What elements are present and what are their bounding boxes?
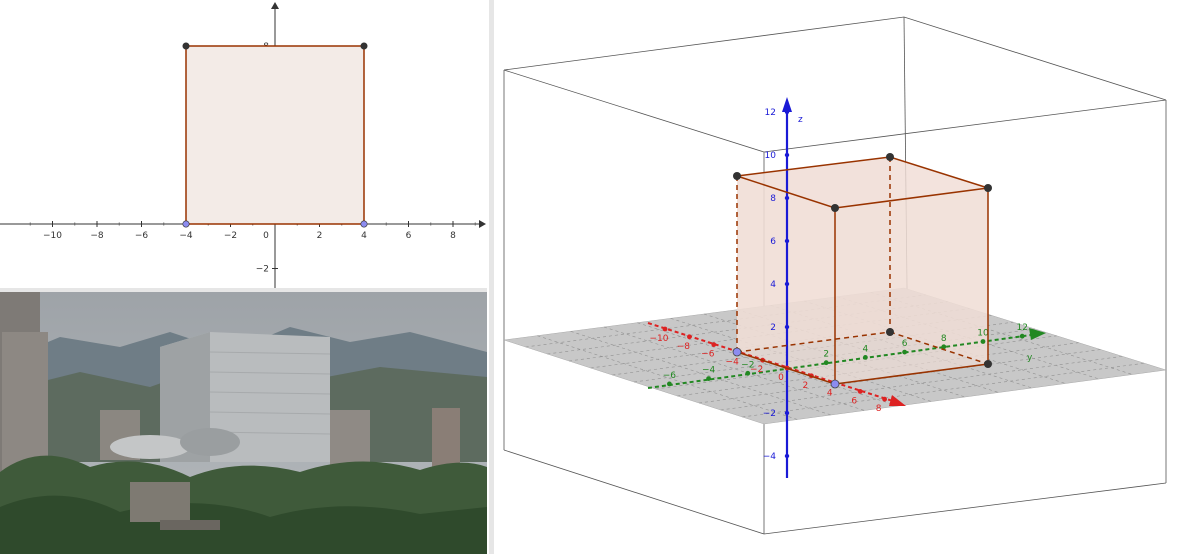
y-tick-label: 8	[941, 334, 947, 344]
square-polygon[interactable]	[185, 45, 365, 225]
x-tick-label: 6	[851, 396, 857, 406]
y-tick-label: −6	[663, 371, 677, 381]
x-tick-label: 4	[827, 389, 833, 399]
graphics-2d-canvas[interactable]: −10−8−6−4−202468−22468	[0, 0, 487, 289]
y-tick	[745, 370, 751, 376]
z-tick	[784, 324, 790, 330]
vertex-point[interactable]	[360, 42, 368, 50]
x-tick-label: 6	[406, 231, 412, 241]
cube-vertex	[733, 172, 741, 180]
x-tick	[711, 342, 717, 347]
x-tick-label: −8	[90, 231, 104, 241]
x-tick	[857, 389, 863, 394]
free-point[interactable]	[360, 220, 368, 228]
z-axis-label: z	[798, 115, 803, 125]
panel-divider-vertical[interactable]	[489, 0, 494, 554]
x-tick-label: −10	[650, 334, 669, 344]
vertex-point[interactable]	[182, 42, 190, 50]
z-axis-arrow-icon	[782, 97, 792, 112]
z-tick	[784, 453, 790, 459]
y-tick-label: 2	[823, 350, 829, 360]
x-tick-label: −6	[135, 231, 149, 241]
z-tick-label: 12	[765, 108, 776, 118]
z-tick-label: 8	[770, 194, 776, 204]
x-tick-label: 8	[876, 404, 882, 414]
x-tick	[882, 396, 887, 402]
y-tick	[863, 355, 868, 360]
cube-face-front	[835, 188, 988, 384]
z-tick-label: 6	[770, 237, 776, 247]
z-tick-label: 10	[765, 151, 777, 161]
x-tick-label: −4	[179, 231, 193, 241]
free-point[interactable]	[182, 220, 190, 228]
x-tick-label: 8	[450, 231, 456, 241]
cityscape-photo-icon	[0, 292, 487, 554]
cityscape-photo	[0, 292, 487, 554]
x-tick	[662, 326, 668, 332]
graphics-view-2d[interactable]: −10−8−6−4−202468−22468	[0, 0, 487, 289]
x-tick	[687, 334, 692, 340]
y-tick	[1019, 333, 1025, 339]
z-tick	[784, 195, 790, 201]
cube-vertex	[831, 204, 839, 212]
graphics-view-3d[interactable]: 12 10 8 6 4 2 −2 −4 −10 −8 −6 −4 −2 0 2 4 6 8 −6 −4 −2 2 4 6 8 10…	[496, 0, 1177, 554]
x-tick-label: 4	[361, 231, 367, 241]
z-tick-label: 4	[770, 280, 776, 290]
x-tick-label: −10	[43, 231, 62, 241]
y-tick	[667, 381, 672, 387]
x-tick-label: 0	[778, 373, 784, 383]
x-axis-arrow-icon	[479, 220, 486, 228]
z-tick-label: −4	[763, 452, 777, 462]
y-tick-label: 10	[977, 329, 989, 339]
y-tick-label: −4	[702, 366, 716, 376]
z-tick	[784, 152, 790, 158]
cube-vertex	[984, 184, 992, 192]
z-tick-label: 2	[770, 323, 776, 333]
graphics-3d-canvas[interactable]: 12108642−2−4−10−8−6−4−202468−6−4−2246810…	[496, 0, 1177, 554]
y-tick	[823, 360, 829, 366]
y-tick-label: −2	[256, 265, 269, 275]
y-tick-label: −2	[741, 360, 754, 370]
y-tick-label: 4	[863, 344, 869, 354]
x-tick-label: 0	[263, 231, 269, 241]
y-axis-label: y	[1027, 353, 1033, 363]
y-axis-arrow-icon	[271, 2, 279, 9]
x-tick-label: −2	[224, 231, 237, 241]
cube-vertex-free	[732, 347, 742, 357]
y-tick-label: 6	[902, 339, 908, 349]
cube-vertex-free	[830, 379, 840, 389]
x-tick-label: −6	[701, 350, 715, 360]
z-tick	[784, 109, 790, 115]
x-tick-label: 2	[317, 231, 323, 241]
y-tick	[706, 376, 711, 381]
x-tick-label: −8	[677, 342, 691, 352]
x-tick-label: −4	[726, 357, 740, 367]
y-tick	[902, 349, 907, 355]
x-tick-label: 2	[803, 381, 809, 391]
z-tick-label: −2	[763, 409, 776, 419]
z-tick	[784, 281, 790, 287]
y-tick-label: 12	[1016, 323, 1027, 333]
cube-vertex	[886, 153, 894, 161]
y-tick	[980, 339, 986, 344]
cube-vertex	[886, 328, 894, 336]
cube-vertex	[984, 360, 992, 368]
z-tick	[784, 238, 790, 244]
z-tick	[784, 410, 790, 416]
